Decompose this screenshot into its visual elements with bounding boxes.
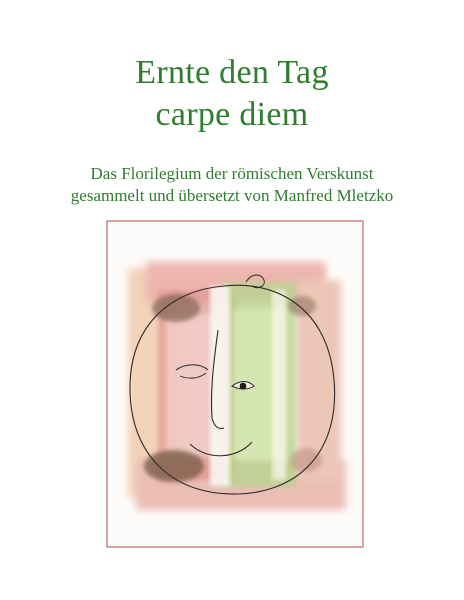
- title-line-2: carpe diem: [155, 96, 309, 133]
- subtitle-line-1: Das Florilegium der römischen Verskunst: [90, 164, 374, 183]
- cover-subtitle: Das Florilegium der römischen Verskunst …: [0, 163, 464, 207]
- subtitle-line-2: gesammelt und übersetzt von Manfred Mlet…: [70, 186, 394, 205]
- title-line-1: Ernte den Tag: [135, 54, 329, 91]
- watercolor-face-illustration-icon: [106, 220, 364, 548]
- cover-artwork: [106, 220, 364, 548]
- cover-title: Ernte den Tag carpe diem: [0, 52, 464, 136]
